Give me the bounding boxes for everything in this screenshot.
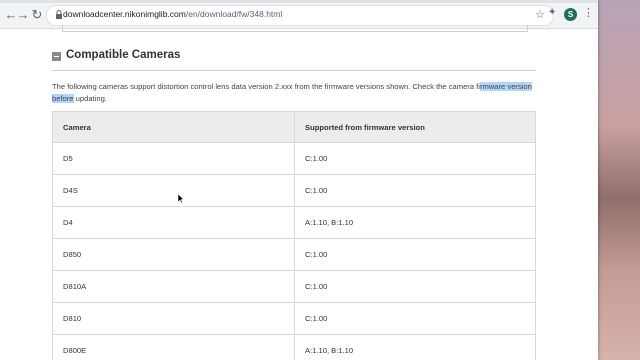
table-row: D800E A:1.10, B:1.10 bbox=[52, 334, 536, 360]
table-row: D810A C:1.00 bbox=[52, 270, 536, 303]
tab-strip bbox=[0, 0, 598, 3]
bookmark-star-icon[interactable]: ☆ bbox=[535, 8, 545, 21]
table-row: D5 C:1.00 bbox=[52, 142, 536, 175]
firmware-cell: C:1.00 bbox=[294, 302, 536, 335]
firmware-cell: C:1.00 bbox=[294, 142, 536, 175]
section-divider bbox=[52, 70, 536, 71]
camera-cell: D800E bbox=[52, 334, 295, 360]
browser-window: ← → ↻ downloadcenter.nikonimglib.com/en/… bbox=[0, 0, 598, 360]
firmware-cell: A:1.10, B:1.10 bbox=[294, 206, 536, 239]
url-path: /en/download/fw/348.html bbox=[185, 9, 283, 19]
firmware-cell: C:1.00 bbox=[294, 174, 536, 207]
header-firmware: Supported from firmware version bbox=[294, 111, 536, 143]
address-bar[interactable]: downloadcenter.nikonimglib.com/en/downlo… bbox=[46, 5, 554, 26]
section-title: Compatible Cameras bbox=[66, 49, 181, 61]
forward-icon[interactable]: → bbox=[16, 8, 30, 22]
mouse-cursor-icon bbox=[178, 194, 184, 203]
url-text: downloadcenter.nikonimglib.com/en/downlo… bbox=[63, 9, 282, 19]
desc-text-1: The following cameras support distortion… bbox=[52, 82, 480, 91]
table-row: D4S C:1.00 bbox=[52, 174, 536, 207]
firmware-cell: A:1.10, B:1.10 bbox=[294, 334, 536, 360]
firmware-cell: C:1.00 bbox=[294, 238, 536, 271]
collapse-icon[interactable] bbox=[52, 52, 61, 61]
previous-section-box bbox=[62, 25, 528, 32]
section-description: The following cameras support distortion… bbox=[52, 81, 536, 105]
camera-cell: D4S bbox=[52, 174, 295, 207]
desc-text-2: updating. bbox=[73, 94, 107, 103]
page-content: Compatible Cameras The following cameras… bbox=[0, 25, 598, 360]
reload-icon[interactable]: ↻ bbox=[30, 8, 44, 22]
url-host: downloadcenter.nikonimglib.com bbox=[63, 9, 186, 19]
camera-cell: D4 bbox=[52, 206, 295, 239]
table-row: D4 A:1.10, B:1.10 bbox=[52, 206, 536, 239]
camera-cell: D810A bbox=[52, 270, 295, 303]
camera-cell: D5 bbox=[52, 142, 295, 175]
header-camera: Camera bbox=[52, 111, 295, 143]
lock-icon bbox=[56, 10, 62, 19]
firmware-cell: C:1.00 bbox=[294, 270, 536, 303]
table-row: D810 C:1.00 bbox=[52, 302, 536, 335]
extensions-icon[interactable]: ✦ bbox=[548, 7, 556, 18]
table-row: D850 C:1.00 bbox=[52, 238, 536, 271]
profile-avatar[interactable]: S bbox=[564, 8, 577, 21]
table-header-row: Camera Supported from firmware version bbox=[52, 111, 536, 143]
camera-cell: D810 bbox=[52, 302, 295, 335]
compatible-cameras-table: Camera Supported from firmware version D… bbox=[52, 111, 536, 360]
browser-menu-icon[interactable]: ⋮ bbox=[583, 6, 594, 19]
camera-cell: D850 bbox=[52, 238, 295, 271]
